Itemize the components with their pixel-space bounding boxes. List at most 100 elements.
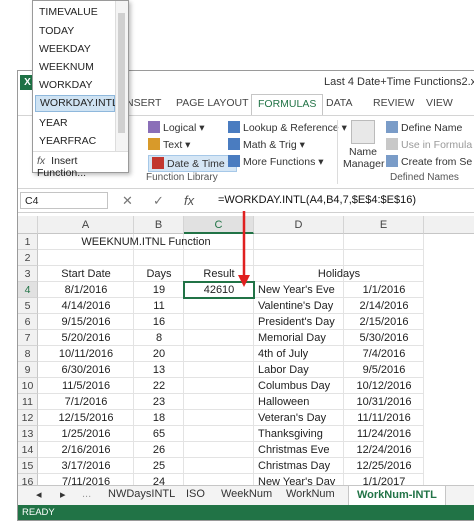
insert-function-icon[interactable]: fx [184,193,194,208]
row-header-8[interactable]: 8 [18,346,38,362]
holiday-date-cell[interactable]: 7/4/2016 [344,346,424,362]
cell[interactable] [184,378,254,394]
date-time-button[interactable]: Date & Time ▾ [148,155,237,172]
holiday-date-cell[interactable]: 10/31/2016 [344,394,424,410]
row-header-1[interactable]: 1 [18,234,38,250]
scroll-right-icon[interactable]: ▸ [60,488,66,501]
sheet-tab-worknum-intl[interactable]: WorkNum-INTL [348,486,446,507]
cell[interactable] [184,442,254,458]
cell[interactable] [184,410,254,426]
holiday-name-cell[interactable]: Veteran's Day [254,410,344,426]
holiday-date-cell[interactable]: 12/25/2016 [344,458,424,474]
column-header-d[interactable]: D [254,216,344,234]
start-date-cell[interactable]: 1/25/2016 [38,426,134,442]
menu-item-yearfrac[interactable]: YEARFRAC [39,135,96,147]
name-manager-button[interactable]: Name Manager [343,120,384,170]
text-button[interactable]: Text ▾ [148,138,190,151]
menu-item-workday-intl[interactable]: WORKDAY.INTL [35,95,118,112]
math-trig-button[interactable]: Math & Trig ▾ [228,138,305,151]
start-date-cell[interactable]: 4/14/2016 [38,298,134,314]
row-header-13[interactable]: 13 [18,426,38,442]
create-from-selection-button[interactable]: Create from Se [386,155,472,168]
holiday-date-cell[interactable]: 5/30/2016 [344,330,424,346]
row-header-5[interactable]: 5 [18,298,38,314]
holiday-date-cell[interactable]: 2/14/2016 [344,298,424,314]
row-header-2[interactable]: 2 [18,250,38,266]
row-header-11[interactable]: 11 [18,394,38,410]
menu-item-today[interactable]: TODAY [39,25,74,37]
row-header-14[interactable]: 14 [18,442,38,458]
days-cell[interactable]: 20 [134,346,184,362]
menu-item-weekday[interactable]: WEEKDAY [39,43,91,55]
days-cell[interactable]: 13 [134,362,184,378]
start-date-cell[interactable]: 8/1/2016 [38,282,134,298]
holiday-name-cell[interactable]: Columbus Day [254,378,344,394]
dropdown-scrollbar[interactable] [115,1,128,151]
cell[interactable] [184,362,254,378]
holiday-date-cell[interactable]: 1/1/2016 [344,282,424,298]
cell[interactable] [184,426,254,442]
column-header-a[interactable]: A [38,216,134,234]
cell[interactable] [254,234,344,250]
start-date-cell[interactable]: 11/5/2016 [38,378,134,394]
sheet-tab-worknum[interactable]: WorkNum [286,488,335,500]
cell[interactable] [184,330,254,346]
holiday-name-cell[interactable]: Memorial Day [254,330,344,346]
cancel-icon[interactable]: ✕ [122,193,133,209]
enter-icon[interactable]: ✓ [153,193,164,209]
start-date-cell[interactable]: 7/1/2016 [38,394,134,410]
sheet-tab-iso[interactable]: ISO [186,488,205,500]
row-header-4[interactable]: 4 [18,282,38,298]
row-header-10[interactable]: 10 [18,378,38,394]
menu-item-timevalue[interactable]: TIMEVALUE [39,6,98,18]
row-header-12[interactable]: 12 [18,410,38,426]
cell[interactable] [344,234,424,250]
cell[interactable] [344,250,424,266]
tab-review[interactable]: REVIEW [373,97,414,109]
days-cell[interactable]: 25 [134,458,184,474]
row-header-9[interactable]: 9 [18,362,38,378]
days-cell[interactable]: 23 [134,394,184,410]
more-sheets-icon[interactable]: ... [82,488,91,500]
row-header-3[interactable]: 3 [18,266,38,282]
start-date-cell[interactable]: 9/15/2016 [38,314,134,330]
tab-view[interactable]: VIEW [426,97,453,109]
use-in-formula-button[interactable]: Use in Formula [386,138,472,151]
start-date-cell[interactable]: 5/20/2016 [38,330,134,346]
define-name-button[interactable]: Define Name [386,121,462,134]
menu-item-year[interactable]: YEAR [39,117,68,129]
days-cell[interactable]: 16 [134,314,184,330]
days-cell[interactable]: 22 [134,378,184,394]
start-date-cell[interactable]: 10/11/2016 [38,346,134,362]
start-date-cell[interactable]: 6/30/2016 [38,362,134,378]
cell[interactable] [184,394,254,410]
name-box[interactable]: C4 [20,192,108,209]
start-date-cell[interactable]: 3/17/2016 [38,458,134,474]
logical-button[interactable]: Logical ▾ [148,121,204,134]
days-cell[interactable]: 65 [134,426,184,442]
cell[interactable] [134,250,184,266]
sheet-tab-weeknum[interactable]: WeekNum [221,488,272,500]
holiday-name-cell[interactable]: 4th of July [254,346,344,362]
holiday-name-cell[interactable]: President's Day [254,314,344,330]
tab-page-layout[interactable]: PAGE LAYOUT [176,97,249,109]
scroll-thumb[interactable] [118,13,125,133]
sheet-tab-nwdaysintl[interactable]: NWDaysINTL [108,488,175,500]
holiday-name-cell[interactable]: New Year's Eve [254,282,344,298]
tab-insert[interactable]: NSERT [126,97,161,109]
days-cell[interactable]: 18 [134,410,184,426]
holiday-date-cell[interactable]: 9/5/2016 [344,362,424,378]
row-header-7[interactable]: 7 [18,330,38,346]
holiday-date-cell[interactable]: 12/24/2016 [344,442,424,458]
cell[interactable] [254,250,344,266]
holiday-name-cell[interactable]: Labor Day [254,362,344,378]
menu-item-workday[interactable]: WORKDAY [39,79,92,91]
holiday-date-cell[interactable]: 2/15/2016 [344,314,424,330]
days-cell[interactable]: 11 [134,298,184,314]
menu-item-weeknum[interactable]: WEEKNUM [39,61,94,73]
holiday-name-cell[interactable]: Valentine's Day [254,298,344,314]
lookup-reference-button[interactable]: Lookup & Reference ▾ [228,121,347,134]
days-cell[interactable]: 8 [134,330,184,346]
start-date-cell[interactable]: 2/16/2016 [38,442,134,458]
tab-formulas[interactable]: FORMULAS [251,94,324,116]
